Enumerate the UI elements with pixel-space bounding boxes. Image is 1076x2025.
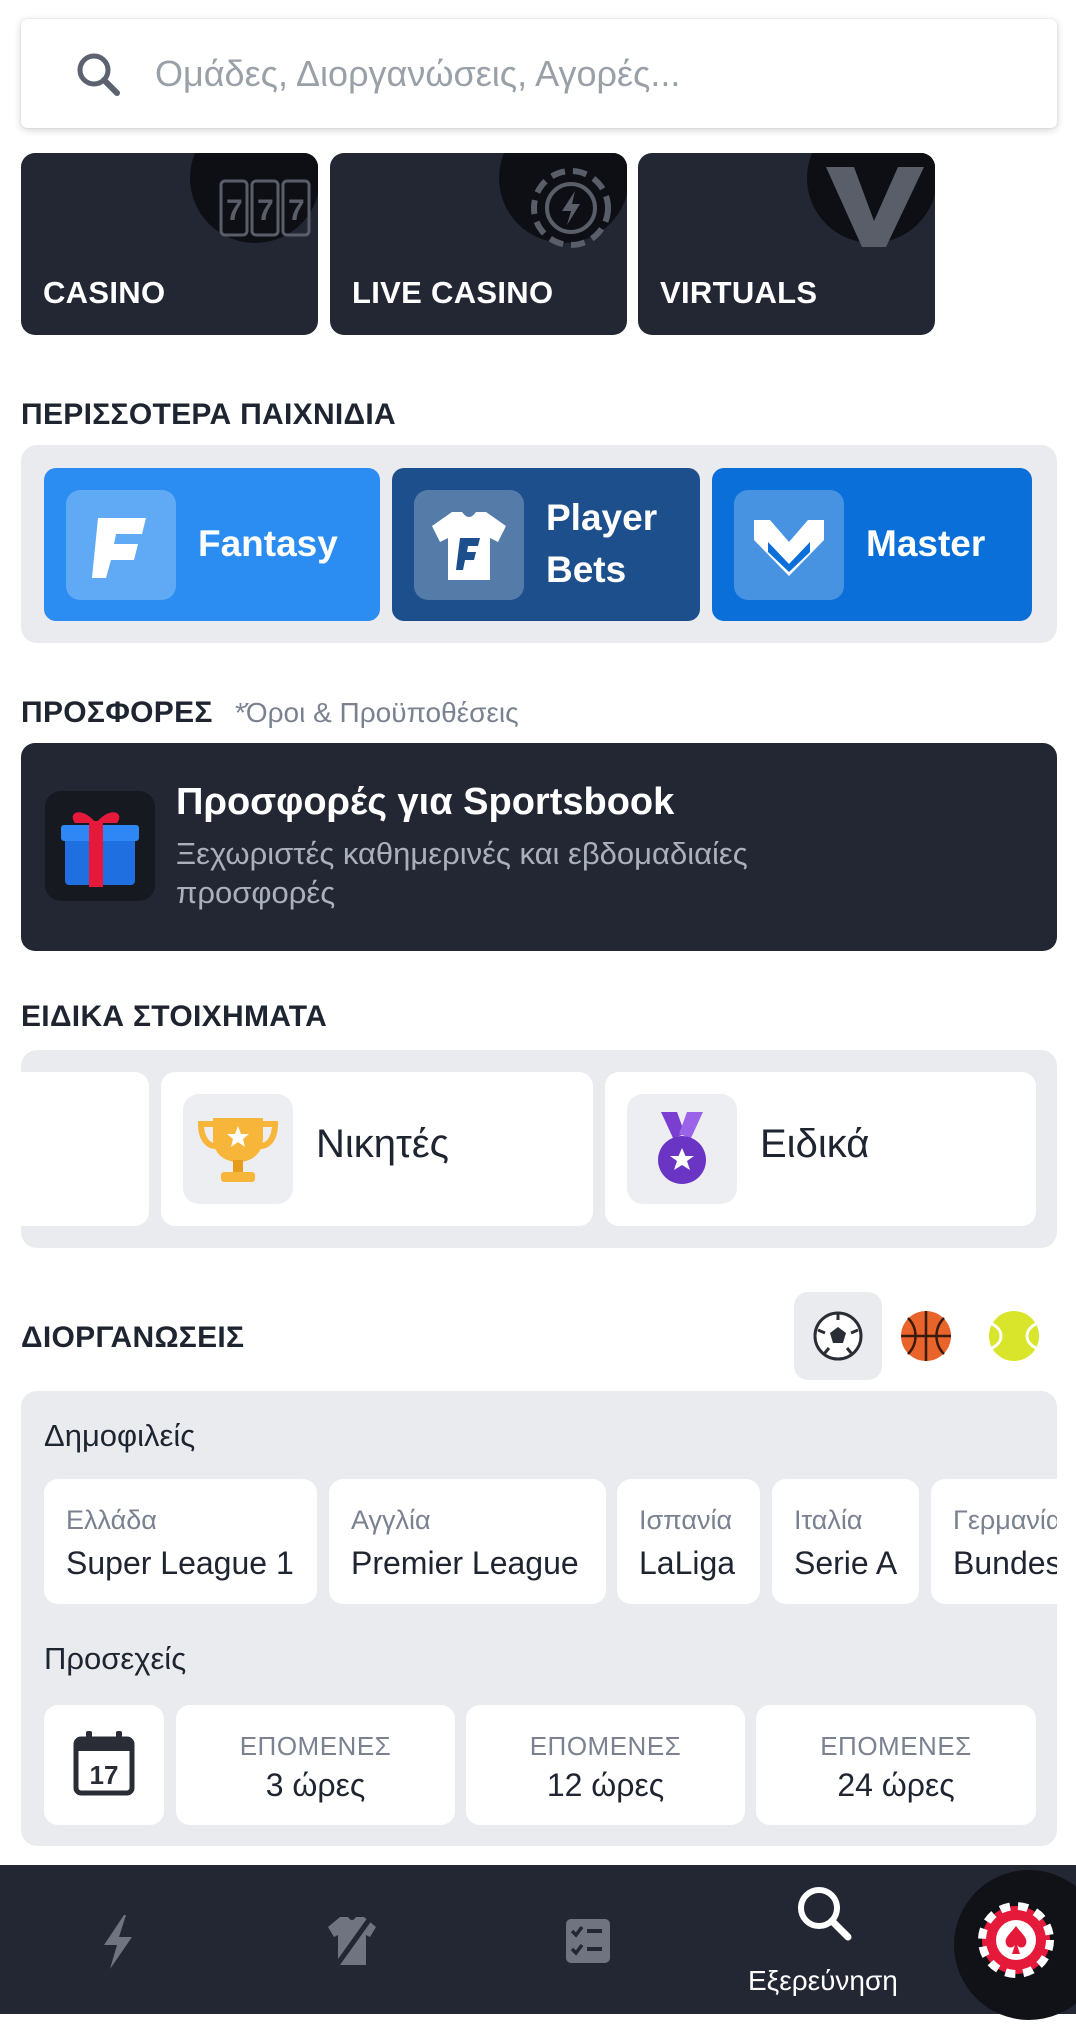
specials-card[interactable]: Ειδικά xyxy=(605,1072,1036,1226)
sport-filter-basketball[interactable] xyxy=(882,1292,970,1380)
next-3-hours-button[interactable]: ΕΠΟΜΕΝΕΣ 3 ώρες xyxy=(176,1705,455,1825)
league-name: Super League 1 xyxy=(66,1545,294,1581)
svg-text:7: 7 xyxy=(226,194,243,227)
calendar-button[interactable]: 17 xyxy=(44,1705,164,1825)
next-24-hours-button[interactable]: ΕΠΟΜΕΝΕΣ 24 ώρες xyxy=(756,1705,1036,1825)
league-card-bundesliga[interactable]: Γερμανία Bundesliga xyxy=(931,1479,1057,1604)
league-name: LaLiga xyxy=(639,1545,736,1581)
jersey-icon xyxy=(432,512,506,580)
next-value: 12 ώρες xyxy=(546,1767,665,1803)
winners-card[interactable]: Νικητές xyxy=(161,1072,593,1226)
svg-text:7: 7 xyxy=(257,194,274,227)
nav-explore-label: Εξερεύνηση xyxy=(748,1965,898,1996)
nav-explore[interactable]: Εξερεύνηση xyxy=(740,1865,910,2014)
jersey-icon xyxy=(328,1911,377,1971)
basketball-icon xyxy=(901,1311,951,1361)
league-name: Premier League xyxy=(351,1545,579,1581)
competitions-heading: ΔΙΟΡΓΑΝΩΣΕΙΣ xyxy=(21,1321,245,1354)
lightning-icon xyxy=(104,1915,132,1969)
league-country: Ιταλία xyxy=(794,1505,863,1535)
nav-sports[interactable] xyxy=(304,1865,400,2014)
league-card-premier-league[interactable]: Αγγλία Premier League xyxy=(329,1479,606,1604)
league-card-serie-a[interactable]: Ιταλία Serie A xyxy=(772,1479,919,1604)
virtuals-v-icon xyxy=(826,167,924,247)
next-12-hours-button[interactable]: ΕΠΟΜΕΝΕΣ 12 ώρες xyxy=(466,1705,745,1825)
winners-label: Νικητές xyxy=(316,1122,449,1166)
league-country: Ελλάδα xyxy=(66,1505,157,1535)
popular-heading: Δημοφιλείς xyxy=(44,1418,196,1453)
lightning-chip-icon xyxy=(531,168,611,248)
master-m-icon xyxy=(754,520,824,576)
sport-filter-soccer[interactable] xyxy=(794,1292,882,1380)
next-label: ΕΠΟΜΕΝΕΣ xyxy=(239,1731,392,1761)
search-icon xyxy=(798,1887,852,1941)
league-country: Ισπανία xyxy=(639,1505,733,1535)
next-value: 24 ώρες xyxy=(837,1767,955,1803)
virtuals-label: VIRTUALS xyxy=(660,275,818,310)
casino-chip-icon xyxy=(978,1902,1054,1978)
more-games-heading: ΠΕΡΙΣΣΟΤΕΡΑ ΠΑΙΧΝΙΔΙΑ xyxy=(21,398,397,431)
medal-icon xyxy=(658,1112,706,1184)
svg-text:7: 7 xyxy=(288,194,305,227)
upcoming-heading: Προσεχείς xyxy=(44,1641,187,1676)
terms-link[interactable]: *Όροι & Προϋποθέσεις xyxy=(235,697,519,729)
fantasy-f-icon xyxy=(92,518,146,578)
calendar-icon: 17 xyxy=(73,1731,135,1796)
fantasy-button[interactable]: Fantasy xyxy=(44,468,380,621)
betslip-icon xyxy=(566,1919,610,1963)
search-input[interactable]: Ομάδες, Διοργανώσεις, Αγορές... xyxy=(155,53,680,95)
virtuals-tile[interactable]: VIRTUALS xyxy=(638,153,935,335)
nav-live[interactable] xyxy=(70,1865,166,2014)
casino-label: CASINO xyxy=(43,275,166,310)
special-card-partial[interactable] xyxy=(21,1072,149,1226)
league-name: Serie A xyxy=(794,1545,898,1581)
search-bar[interactable]: Ομάδες, Διοργανώσεις, Αγορές... xyxy=(21,19,1057,128)
live-casino-tile[interactable]: LIVE CASINO xyxy=(330,153,627,335)
specials-label: Ειδικά xyxy=(760,1122,870,1166)
live-casino-label: LIVE CASINO xyxy=(352,275,554,310)
player-bets-label-line1: Player xyxy=(546,497,658,538)
sportsbook-promo-card[interactable]: Προσφορές για Sportsbook Ξεχωριστές καθη… xyxy=(21,743,1057,951)
league-name: Bundesliga xyxy=(953,1545,1057,1581)
casino-quick-button[interactable] xyxy=(954,1870,1076,2020)
player-bets-label-line2: Bets xyxy=(546,549,627,590)
player-bets-button[interactable]: Player Bets xyxy=(392,468,700,621)
next-value: 3 ώρες xyxy=(265,1767,366,1803)
tennis-ball-icon xyxy=(989,1311,1039,1361)
fantasy-label: Fantasy xyxy=(198,523,338,564)
sport-filter-tennis[interactable] xyxy=(970,1292,1058,1380)
league-card-laliga[interactable]: Ισπανία LaLiga xyxy=(617,1479,760,1604)
soccer-ball-icon xyxy=(813,1311,863,1361)
slot-777-icon: 777 xyxy=(219,179,311,237)
promotions-heading: ΠΡΟΣΦΟΡΕΣ xyxy=(21,696,213,729)
promo-title: Προσφορές για Sportsbook xyxy=(176,781,675,823)
nav-betslip[interactable] xyxy=(540,1865,636,2014)
casino-tile[interactable]: 777 CASINO xyxy=(21,153,318,335)
bottom-navigation: Εξερεύνηση xyxy=(0,1865,1076,2014)
promo-subtitle: Ξεχωριστές καθημερινές και εβδομαδιαίες … xyxy=(176,836,748,910)
master-button[interactable]: Master xyxy=(712,468,1032,621)
next-label: ΕΠΟΜΕΝΕΣ xyxy=(529,1731,682,1761)
search-icon xyxy=(77,53,120,96)
master-label: Master xyxy=(866,523,986,564)
league-country: Αγγλία xyxy=(351,1505,431,1535)
league-country: Γερμανία xyxy=(953,1505,1057,1535)
gift-icon xyxy=(61,812,139,887)
specials-heading: ΕΙΔΙΚΑ ΣΤΟΙΧΗΜΑΤΑ xyxy=(21,1000,328,1033)
next-label: ΕΠΟΜΕΝΕΣ xyxy=(820,1731,972,1761)
trophy-icon xyxy=(197,1118,279,1182)
league-card-super-league[interactable]: Ελλάδα Super League 1 xyxy=(44,1479,317,1604)
calendar-day: 17 xyxy=(90,1760,119,1790)
